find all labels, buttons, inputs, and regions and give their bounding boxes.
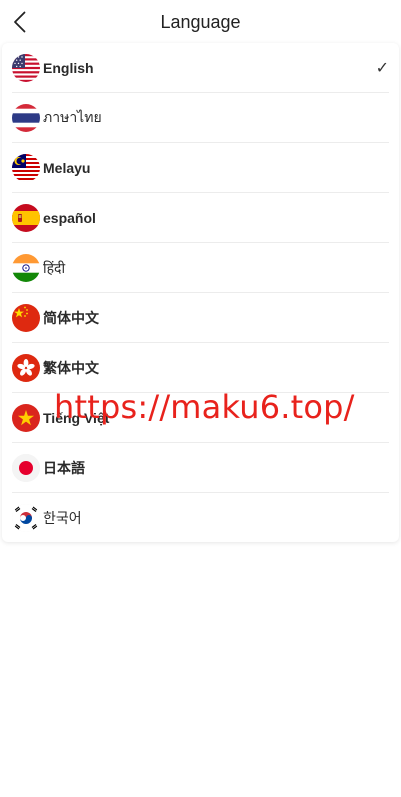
language-item-japanese[interactable]: 日本語 (2, 443, 399, 493)
language-label: 한국어 (43, 510, 82, 526)
checkmark-icon: ✓ (375, 60, 389, 77)
language-screen: Language English ✓ ภาษาไทย Melayu españo… (0, 0, 401, 797)
page-title: Language (160, 11, 241, 32)
thailand-flag-icon (12, 104, 40, 132)
language-label: español (43, 210, 96, 226)
language-label: 繁体中文 (43, 360, 99, 376)
language-item-english[interactable]: English ✓ (2, 43, 399, 93)
language-label: 日本語 (43, 460, 85, 476)
language-item-espanol[interactable]: español (2, 193, 399, 243)
us-flag-icon (12, 54, 40, 82)
hong-kong-flag-icon (12, 354, 40, 382)
india-flag-icon (12, 254, 40, 282)
korea-flag-icon (12, 504, 40, 532)
back-button[interactable] (6, 6, 34, 38)
language-item-vietnamese[interactable]: Tiếng Việt (2, 393, 399, 443)
language-item-thai[interactable]: ภาษาไทย (2, 93, 399, 143)
malaysia-flag-icon (12, 154, 40, 182)
language-label: English (43, 60, 94, 76)
japan-flag-icon (12, 454, 40, 482)
language-item-melayu[interactable]: Melayu (2, 143, 399, 193)
language-list: English ✓ ภาษาไทย Melayu español हिंदी 简… (2, 43, 399, 542)
spain-flag-icon (12, 204, 40, 232)
chevron-left-icon (14, 11, 26, 33)
language-item-korean[interactable]: 한국어 (2, 493, 399, 542)
china-flag-icon (12, 304, 40, 332)
language-item-hindi[interactable]: हिंदी (2, 243, 399, 293)
vietnam-flag-icon (12, 404, 40, 432)
header-bar: Language (0, 0, 401, 44)
language-label: 简体中文 (43, 310, 99, 326)
language-item-zh-hant[interactable]: 繁体中文 (2, 343, 399, 393)
language-item-zh-hans[interactable]: 简体中文 (2, 293, 399, 343)
language-label: ภาษาไทย (43, 109, 102, 125)
language-label: हिंदी (43, 259, 66, 276)
language-label: Tiếng Việt (43, 410, 110, 426)
language-label: Melayu (43, 160, 91, 176)
